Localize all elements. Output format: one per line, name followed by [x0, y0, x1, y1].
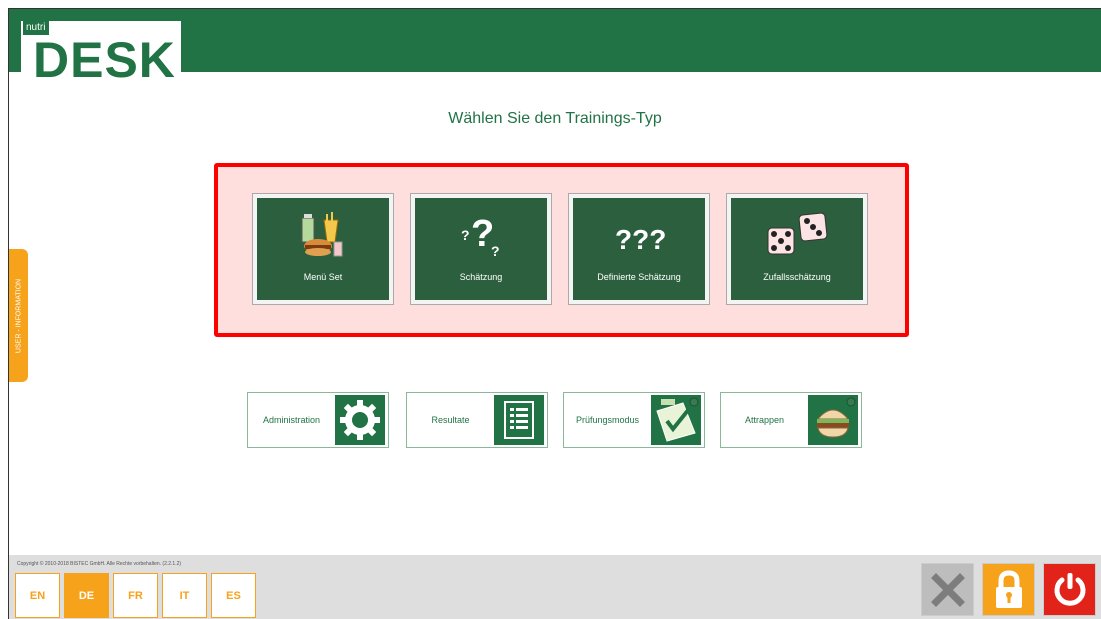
- question-mark-icon: ? ? ?: [415, 212, 547, 263]
- svg-text:?: ?: [491, 243, 500, 258]
- tile-defined-estimate-label: Definierte Schätzung: [597, 272, 681, 282]
- app-frame: nutri DESK Wählen Sie den Trainings-Typ …: [8, 8, 1101, 619]
- lang-button-it[interactable]: IT: [162, 573, 207, 618]
- svg-text:???: ???: [615, 224, 666, 255]
- food-menu-icon: [257, 212, 389, 263]
- checklist-icon: [651, 395, 701, 445]
- exam-mode-button[interactable]: Prüfungsmodus: [563, 392, 705, 448]
- close-button[interactable]: [921, 563, 974, 616]
- tile-menu-set-label: Menü Set: [303, 272, 343, 282]
- administration-button[interactable]: Administration: [247, 392, 389, 448]
- tile-estimate-label: Schätzung: [459, 272, 503, 282]
- lock-button[interactable]: [982, 563, 1035, 616]
- svg-text:?: ?: [461, 227, 470, 243]
- close-icon: [930, 572, 965, 607]
- exam-mode-label: Prüfungsmodus: [575, 415, 640, 425]
- lang-button-en[interactable]: EN: [15, 573, 60, 618]
- dummies-button[interactable]: Attrappen: [720, 392, 862, 448]
- copyright-text: Copyright © 2010-2018 BISTEC GmbH. Alle …: [17, 561, 182, 567]
- training-type-panel: Menü Set ? ? ? Schätzung ??? Definierte …: [214, 163, 909, 337]
- list-icon: [494, 395, 544, 445]
- administration-label: Administration: [262, 415, 321, 425]
- user-information-tab[interactable]: USER - INFORMATION: [9, 249, 28, 382]
- tile-estimate[interactable]: ? ? ? Schätzung: [410, 193, 552, 305]
- results-label: Resultate: [431, 415, 470, 425]
- power-button[interactable]: [1043, 563, 1096, 616]
- lang-button-es[interactable]: ES: [211, 573, 256, 618]
- tile-random-estimate-label: Zufallsschätzung: [763, 272, 831, 282]
- lock-icon: [995, 569, 1022, 608]
- dummies-label: Attrappen: [744, 415, 785, 425]
- footer-bar: Copyright © 2010-2018 BISTEC GmbH. Alle …: [9, 555, 1101, 619]
- triple-question-icon: ???: [573, 212, 705, 263]
- power-icon: [1054, 572, 1085, 606]
- user-information-tab-label: USER - INFORMATION: [15, 278, 22, 353]
- tile-random-estimate[interactable]: Zufallsschätzung: [726, 193, 868, 305]
- gear-icon: [335, 395, 385, 445]
- results-button[interactable]: Resultate: [406, 392, 548, 448]
- tile-defined-estimate[interactable]: ??? Definierte Schätzung: [568, 193, 710, 305]
- lang-button-de[interactable]: DE: [64, 573, 109, 618]
- tile-menu-set[interactable]: Menü Set: [252, 193, 394, 305]
- nutridesk-logo: nutri DESK: [21, 21, 181, 88]
- logo-desk-text: DESK: [33, 32, 176, 88]
- page-title: Wählen Sie den Trainings-Typ: [448, 110, 662, 127]
- dice-icon: [731, 212, 863, 263]
- lang-button-fr[interactable]: FR: [113, 573, 158, 618]
- burger-icon: [808, 395, 858, 445]
